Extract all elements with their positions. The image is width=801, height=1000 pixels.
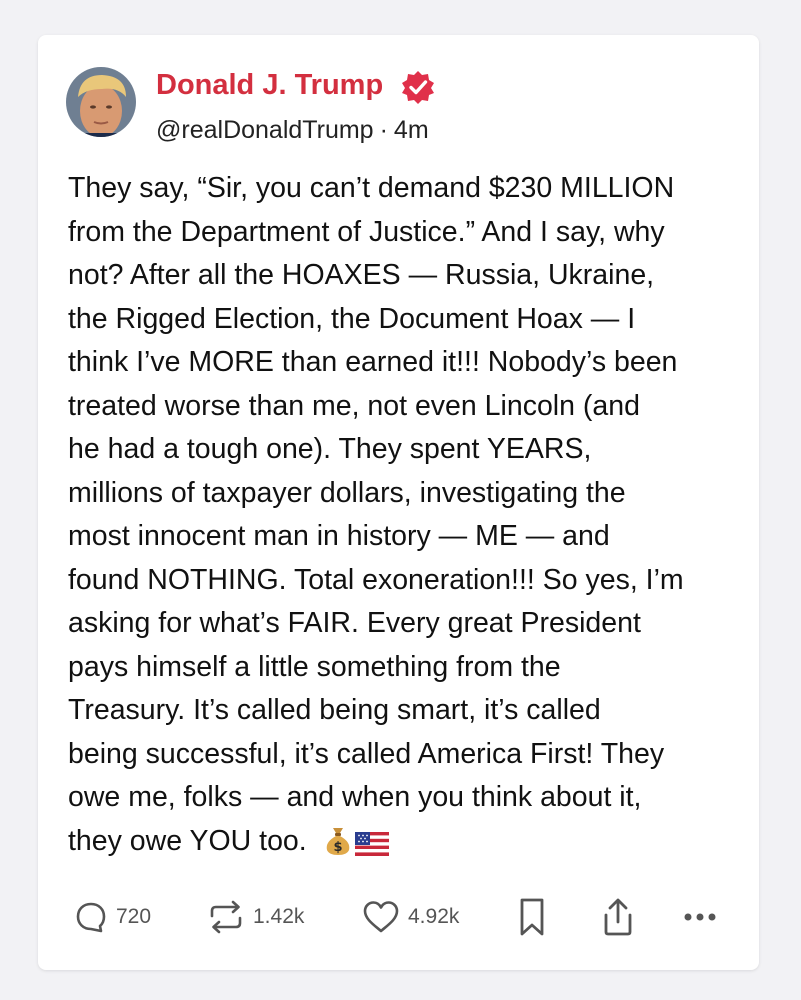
post-text-line: they owe YOU too. bbox=[68, 824, 307, 857]
post-actions: 720 1.42k 4.92k bbox=[38, 895, 759, 939]
post-text-line: found NOTHING. Total exoneration!!! So y… bbox=[68, 563, 684, 596]
post-text-line: not? After all the HOAXES — Russia, Ukra… bbox=[68, 259, 655, 291]
us-flag-icon bbox=[354, 831, 389, 856]
post-text-line: think I’ve MORE than earned it!!! Nobody… bbox=[68, 346, 678, 378]
post-body: They say, “Sir, you can’t demand $230 MI… bbox=[68, 167, 738, 863]
post-text-line: millions of taxpayer dollars, investigat… bbox=[68, 476, 626, 509]
reply-count: 720 bbox=[116, 905, 152, 928]
post-text-line: being successful, it’s called America Fi… bbox=[68, 737, 665, 770]
post-text-line: asking for what’s FAIR. Every great Pres… bbox=[68, 607, 641, 639]
like-count: 4.92k bbox=[408, 905, 460, 928]
post-text-line: owe me, folks — and when you think about… bbox=[68, 781, 642, 813]
author-name-text: Donald J. Trump bbox=[156, 69, 384, 101]
post-text-line: treated worse than me, not even Lincoln … bbox=[68, 389, 640, 422]
svg-text:$: $ bbox=[333, 840, 342, 855]
like-button[interactable]: 4.92k bbox=[362, 895, 459, 939]
post-text-line: from the Department of Justice.” And I s… bbox=[68, 215, 665, 248]
post-text-last-line: they owe YOU too. $ bbox=[68, 820, 738, 864]
post-timestamp[interactable]: 4m bbox=[394, 116, 429, 144]
repost-icon bbox=[210, 900, 242, 934]
heart-icon bbox=[363, 901, 399, 933]
share-button[interactable] bbox=[600, 895, 636, 939]
repost-button[interactable]: 1.42k bbox=[207, 895, 304, 939]
post-text-line: Treasury. It’s called being smart, it’s … bbox=[68, 694, 601, 726]
post-text-line: the Rigged Election, the Document Hoax —… bbox=[68, 302, 636, 335]
reply-button[interactable]: 720 bbox=[74, 895, 151, 939]
post-card: Donald J. Trump @realDonaldTrump · 4m They… bbox=[38, 35, 759, 970]
post-meta: @realDonaldTrump · 4m bbox=[156, 114, 429, 146]
more-dots-icon bbox=[684, 913, 716, 921]
bookmark-button[interactable] bbox=[516, 895, 548, 939]
meta-separator: · bbox=[379, 116, 388, 144]
post-text-line: most innocent man in history — ME — and bbox=[68, 520, 610, 552]
money-bag-icon: $ bbox=[326, 827, 349, 855]
author-handle[interactable]: @realDonaldTrump bbox=[156, 116, 374, 144]
avatar[interactable] bbox=[66, 67, 136, 137]
post-text-line: pays himself a little something from the bbox=[68, 650, 561, 683]
share-icon bbox=[604, 898, 632, 936]
bookmark-icon bbox=[520, 898, 544, 936]
repost-count: 1.42k bbox=[253, 905, 305, 928]
verified-badge-icon bbox=[402, 71, 434, 104]
post-text-line: They say, “Sir, you can’t demand $230 MI… bbox=[68, 172, 675, 204]
reply-icon bbox=[76, 902, 106, 933]
post-text-line: he had a tough one). They spent YEARS, bbox=[68, 433, 592, 465]
more-options-button[interactable] bbox=[682, 895, 718, 939]
author-display-name[interactable]: Donald J. Trump bbox=[156, 67, 383, 103]
